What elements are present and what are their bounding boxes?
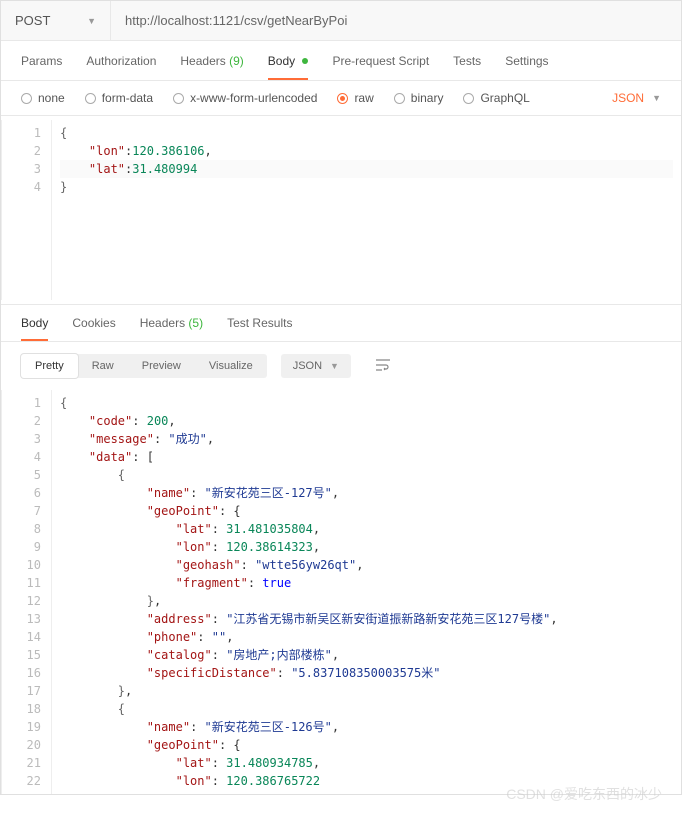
view-visualize[interactable]: Visualize [195, 354, 267, 378]
view-mode-group: Pretty Raw Preview Visualize [21, 354, 267, 378]
rtab-cookies[interactable]: Cookies [72, 306, 115, 340]
rtab-testresults[interactable]: Test Results [227, 306, 292, 340]
view-preview[interactable]: Preview [128, 354, 195, 378]
response-code-content[interactable]: { "code": 200, "message": "成功", "data": … [52, 390, 681, 794]
method-dropdown[interactable]: POST ▼ [1, 1, 111, 40]
radio-raw[interactable]: raw [337, 91, 373, 105]
method-label: POST [15, 13, 50, 28]
code-content[interactable]: { "lon":120.386106, "lat":31.480994 } [52, 120, 681, 300]
response-body: 12345678910111213141516171819202122 { "c… [1, 390, 681, 794]
request-body-editor[interactable]: 1234 { "lon":120.386106, "lat":31.480994… [1, 120, 681, 300]
wrap-icon [375, 359, 391, 371]
radio-none[interactable]: none [21, 91, 65, 105]
body-indicator-icon [302, 58, 308, 64]
response-line-numbers: 12345678910111213141516171819202122 [2, 390, 52, 794]
tab-authorization[interactable]: Authorization [86, 43, 156, 79]
body-type-row: none form-data x-www-form-urlencoded raw… [1, 81, 681, 116]
url-input[interactable] [111, 1, 681, 40]
view-pretty[interactable]: Pretty [21, 354, 78, 378]
headers-count: (9) [229, 54, 244, 68]
tab-headers[interactable]: Headers (9) [180, 43, 243, 79]
chevron-down-icon: ▼ [87, 16, 96, 26]
view-raw[interactable]: Raw [78, 354, 128, 378]
chevron-down-icon: ▼ [652, 93, 661, 103]
tab-body[interactable]: Body [268, 43, 309, 79]
response-headers-count: (5) [188, 316, 203, 330]
tab-settings[interactable]: Settings [505, 43, 548, 79]
tab-tests[interactable]: Tests [453, 43, 481, 79]
url-bar: POST ▼ [1, 1, 681, 41]
wrap-text-button[interactable] [365, 352, 401, 380]
request-tabs: Params Authorization Headers (9) Body Pr… [1, 41, 681, 81]
radio-graphql[interactable]: GraphQL [463, 91, 529, 105]
chevron-down-icon: ▼ [330, 361, 339, 371]
response-format-dropdown[interactable]: JSON ▼ [281, 354, 351, 378]
rtab-body[interactable]: Body [21, 306, 48, 340]
body-format-dropdown[interactable]: JSON ▼ [612, 91, 661, 105]
view-bar: Pretty Raw Preview Visualize JSON ▼ [1, 342, 681, 390]
radio-formdata[interactable]: form-data [85, 91, 153, 105]
rtab-headers[interactable]: Headers (5) [140, 306, 203, 340]
radio-binary[interactable]: binary [394, 91, 444, 105]
line-numbers: 1234 [2, 120, 52, 300]
response-tabs: Body Cookies Headers (5) Test Results [1, 304, 681, 342]
radio-xwww[interactable]: x-www-form-urlencoded [173, 91, 317, 105]
tab-params[interactable]: Params [21, 43, 62, 79]
tab-prerequest[interactable]: Pre-request Script [332, 43, 429, 79]
